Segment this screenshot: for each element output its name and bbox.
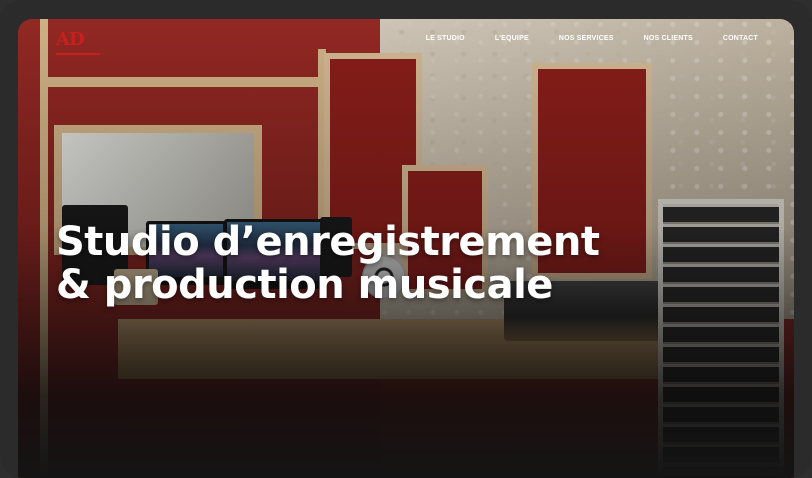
nav-nos-clients[interactable]: NOS CLIENTS — [644, 35, 693, 42]
website-screen: AD LE STUDIO L'EQUIPE NOS SERVICES NOS C… — [18, 19, 794, 478]
device-frame: AD LE STUDIO L'EQUIPE NOS SERVICES NOS C… — [0, 0, 812, 478]
site-logo[interactable]: AD — [56, 29, 100, 55]
nav-contact[interactable]: CONTACT — [723, 35, 758, 42]
hero-title: Studio d’enregistrement & production mus… — [56, 221, 696, 307]
hero-title-line1: Studio d’enregistrement — [56, 219, 600, 265]
nav-nos-services[interactable]: NOS SERVICES — [559, 35, 614, 42]
main-navigation: LE STUDIO L'EQUIPE NOS SERVICES NOS CLIE… — [426, 35, 758, 42]
nav-equipe[interactable]: L'EQUIPE — [495, 35, 529, 42]
nav-le-studio[interactable]: LE STUDIO — [426, 35, 465, 42]
hero-title-line2: & production musicale — [56, 262, 553, 308]
